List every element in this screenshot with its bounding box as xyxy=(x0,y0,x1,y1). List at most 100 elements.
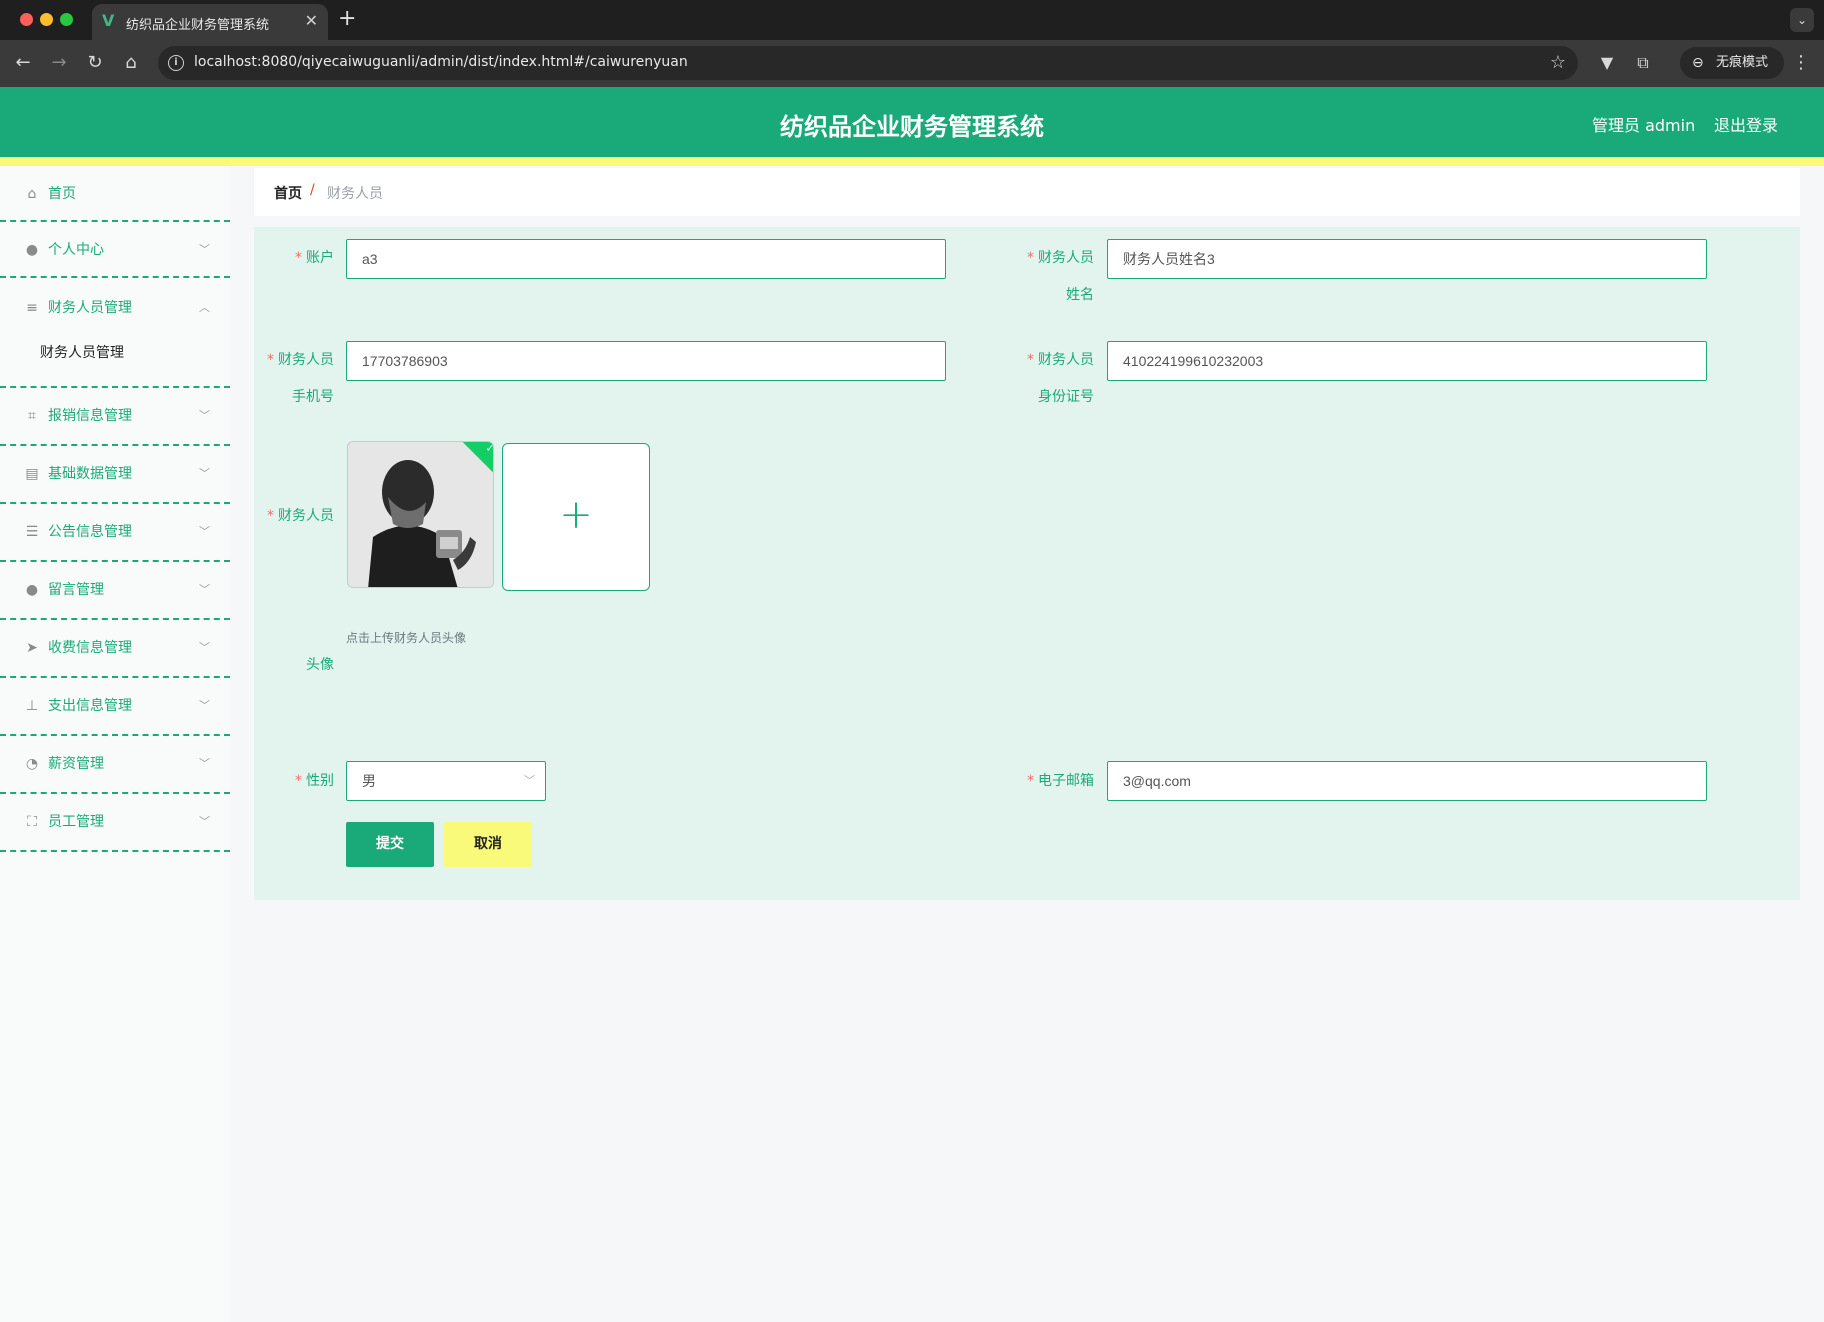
browser-toolbar: ← → ↻ ⌂ i localhost:8080/qiyecaiwuguanli… xyxy=(0,40,1824,87)
bookmark-star-icon[interactable]: ☆ xyxy=(1550,52,1566,73)
chevron-down-icon: ﹀ xyxy=(199,409,210,422)
vue-devtools-icon[interactable]: ▼ xyxy=(1596,52,1618,74)
sidebar-item-label: 首页 xyxy=(48,186,76,202)
required-mark: * xyxy=(267,352,274,368)
required-mark: * xyxy=(1027,250,1034,266)
vue-logo-icon: V xyxy=(102,11,115,30)
header-accent-strip xyxy=(0,157,1824,166)
close-tab-icon[interactable]: ✕ xyxy=(305,12,318,30)
tab-title: 纺织品企业财务管理系统 xyxy=(126,18,270,33)
plus-icon: + xyxy=(559,492,593,538)
sidebar-item-profile[interactable]: ● 个人中心 ﹀ xyxy=(0,222,230,278)
sidebar-item-income[interactable]: ➤ 收费信息管理 ﹀ xyxy=(0,620,230,678)
browser-tabbar: V 纺织品企业财务管理系统 ✕ + ⌄ xyxy=(0,0,1824,40)
name-label: * 财务人员 姓名 xyxy=(1010,249,1094,304)
phone-label-line1: 财务人员 xyxy=(278,352,334,368)
current-user: 管理员 admin xyxy=(1592,116,1696,135)
sidebar-item-salary[interactable]: ◔ 薪资管理 ﹀ xyxy=(0,736,230,794)
avatar-label: * 财务人员 xyxy=(250,507,334,525)
chevron-down-icon: ﹀ xyxy=(199,641,210,654)
sidebar-item-label: 基础数据管理 xyxy=(48,466,132,482)
sidebar-item-label: 个人中心 xyxy=(48,242,104,258)
avatar-label-line1: 财务人员 xyxy=(278,508,334,524)
sidebar-item-expenses[interactable]: ⊥ 支出信息管理 ﹀ xyxy=(0,678,230,736)
avatar-thumbnail[interactable]: ✓ xyxy=(347,441,494,588)
required-mark: * xyxy=(1027,773,1034,789)
sidebar-item-messages[interactable]: ● 留言管理 ﹀ xyxy=(0,562,230,620)
back-icon[interactable]: ← xyxy=(12,52,34,74)
idcard-label: * 财务人员 身份证号 xyxy=(1010,351,1094,406)
user-icon: ● xyxy=(25,242,39,258)
required-mark: * xyxy=(1027,352,1034,368)
account-label-text: 账户 xyxy=(306,250,334,266)
address-bar[interactable]: i localhost:8080/qiyecaiwuguanli/admin/d… xyxy=(158,46,1578,80)
site-info-icon[interactable]: i xyxy=(168,55,184,71)
breadcrumb-home[interactable]: 首页 xyxy=(274,183,302,203)
forward-icon[interactable]: → xyxy=(48,52,70,74)
url-text[interactable]: localhost:8080/qiyecaiwuguanli/admin/dis… xyxy=(194,54,688,70)
sidebar-item-finance-staff[interactable]: ≡ 财务人员管理 ︿ 财务人员管理 xyxy=(0,280,230,388)
breadcrumb-current: 财务人员 xyxy=(327,186,383,202)
name-input[interactable]: 财务人员姓名3 xyxy=(1107,239,1707,279)
incognito-badge[interactable]: ⊖ 无痕模式 xyxy=(1680,47,1784,79)
phone-label-line2: 手机号 xyxy=(292,389,334,405)
sliders-icon: ≡ xyxy=(26,300,38,316)
chevron-down-icon: ﹀ xyxy=(199,583,210,596)
incognito-label: 无痕模式 xyxy=(1716,55,1769,70)
avatar-label-line2: 头像 xyxy=(306,657,334,673)
sidebar: ⌂ 首页 ● 个人中心 ﹀ ≡ 财务人员管理 ︿ 财务人员管理 ⌗ 报销信息管理… xyxy=(0,166,230,1322)
idcard-label-line1: 财务人员 xyxy=(1038,352,1094,368)
required-mark: * xyxy=(267,508,274,524)
close-window-button[interactable] xyxy=(20,13,33,26)
sidebar-item-reimbursement[interactable]: ⌗ 报销信息管理 ﹀ xyxy=(0,388,230,446)
compass-icon: ◔ xyxy=(25,756,39,772)
extensions-icon[interactable]: ⧉ xyxy=(1632,52,1654,74)
minimize-window-button[interactable] xyxy=(40,13,53,26)
browser-tab[interactable]: V 纺织品企业财务管理系统 ✕ xyxy=(92,4,328,40)
logout-link[interactable]: 退出登录 xyxy=(1714,112,1778,136)
phone-input[interactable]: 17703786903 xyxy=(346,341,946,381)
chevron-down-icon: ﹀ xyxy=(199,467,210,480)
app-header: 纺织品企业财务管理系统 管理员 admin 退出登录 xyxy=(0,87,1824,157)
cancel-button[interactable]: 取消 xyxy=(444,822,532,867)
chevron-down-icon: ﹀ xyxy=(199,815,210,828)
sidebar-item-home[interactable]: ⌂ 首页 xyxy=(0,166,230,222)
gender-select[interactable]: 男 ﹀ xyxy=(346,761,546,801)
breadcrumb-separator: / xyxy=(310,182,315,198)
email-input[interactable]: 3@qq.com xyxy=(1107,761,1707,801)
submit-button[interactable]: 提交 xyxy=(346,822,434,867)
fullscreen-icon: ⛶ xyxy=(27,814,37,830)
account-input[interactable]: a3 xyxy=(346,239,946,279)
crop-icon: ⌗ xyxy=(28,408,36,424)
reload-icon[interactable]: ↻ xyxy=(84,52,106,74)
email-label: * 电子邮箱 xyxy=(1010,772,1094,790)
sidebar-item-basic-data[interactable]: ▤ 基础数据管理 ﹀ xyxy=(0,446,230,504)
stamp-icon: ⊥ xyxy=(25,698,39,714)
maximize-window-button[interactable] xyxy=(60,13,73,26)
more-menu-icon[interactable]: ⋮ xyxy=(1792,52,1810,74)
sidebar-item-label: 支出信息管理 xyxy=(48,698,132,714)
sidebar-item-employees[interactable]: ⛶ 员工管理 ﹀ xyxy=(0,794,230,852)
chevron-down-icon: ﹀ xyxy=(199,243,210,256)
idcard-input[interactable]: 410224199610232003 xyxy=(1107,341,1707,381)
gender-label: * 性别 xyxy=(280,772,334,790)
gender-selected-value: 男 xyxy=(362,773,376,789)
home-icon: ⌂ xyxy=(27,186,37,202)
sidebar-item-label: 报销信息管理 xyxy=(48,408,132,424)
clipboard-icon: ▤ xyxy=(25,466,39,482)
submenu-item-finance-staff[interactable]: 财务人员管理 xyxy=(0,330,230,376)
sidebar-item-label: 留言管理 xyxy=(48,582,104,598)
avatar-upload-button[interactable]: + xyxy=(502,443,650,591)
idcard-label-line2: 身份证号 xyxy=(1038,389,1094,405)
chevron-down-icon: ﹀ xyxy=(199,757,210,770)
tab-search-icon[interactable]: ⌄ xyxy=(1790,8,1814,32)
incognito-icon: ⊖ xyxy=(1692,55,1704,71)
avatar-upload-tip: 点击上传财务人员头像 xyxy=(346,631,467,645)
name-label-line2: 姓名 xyxy=(1066,287,1094,303)
sidebar-item-notices[interactable]: ☰ 公告信息管理 ﹀ xyxy=(0,504,230,562)
new-tab-icon[interactable]: + xyxy=(338,8,356,30)
home-page-icon[interactable]: ⌂ xyxy=(120,52,142,74)
chevron-up-icon: ︿ xyxy=(199,301,210,314)
sidebar-item-label: 收费信息管理 xyxy=(48,640,132,656)
avatar-photo-image xyxy=(348,442,493,587)
